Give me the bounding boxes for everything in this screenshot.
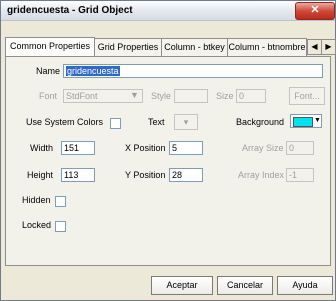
tab-grid-properties[interactable]: Grid Properties: [94, 38, 162, 56]
height-field[interactable]: 113: [61, 168, 95, 182]
chevron-down-icon: ▼: [130, 90, 139, 100]
help-button[interactable]: Ayuda: [277, 276, 333, 295]
x-position-field[interactable]: 5: [169, 141, 203, 155]
array-size-label: Array Size: [242, 143, 284, 153]
tab-common-properties[interactable]: Common Properties: [5, 37, 95, 56]
locked-label: Locked: [22, 220, 52, 230]
title-bar[interactable]: gridencuesta - Grid Object ✕: [1, 1, 335, 21]
background-label: Background: [236, 117, 285, 127]
font-label: Font: [39, 91, 58, 101]
name-label: Name: [36, 66, 61, 76]
locked-checkbox[interactable]: [55, 221, 66, 232]
window-title: gridencuesta - Grid Object: [7, 5, 133, 16]
width-field[interactable]: 151: [61, 141, 95, 155]
height-label: Height: [27, 170, 54, 180]
chevron-down-icon: ▼: [314, 117, 321, 124]
x-position-label: X Position: [125, 143, 166, 153]
dialog-window: gridencuesta - Grid Object ✕ Common Prop…: [0, 0, 336, 301]
common-properties-panel: Name gridencuesta Font StdFont ▼ Style S…: [5, 56, 331, 266]
use-system-colors-label: Use System Colors: [26, 117, 104, 127]
accept-button[interactable]: Aceptar: [151, 276, 213, 295]
size-label: Size: [216, 91, 234, 101]
close-icon: ✕: [310, 4, 320, 16]
array-index-field[interactable]: -1: [286, 168, 314, 182]
chevron-down-icon: ▾: [183, 117, 189, 127]
tab-strip: Common Properties Grid Properties Column…: [5, 37, 336, 56]
tab-column-btnombre[interactable]: Column - btnombre: [227, 38, 307, 56]
tab-column-btkey[interactable]: Column - btkey: [161, 38, 228, 56]
hidden-checkbox[interactable]: [55, 196, 66, 207]
style-label: Style: [151, 91, 172, 101]
chevron-left-icon: ◀: [311, 42, 318, 51]
chevron-right-icon: ▶: [325, 42, 332, 51]
size-field[interactable]: 0: [236, 89, 266, 103]
font-button[interactable]: Font...: [289, 87, 325, 105]
hidden-label: Hidden: [22, 195, 51, 205]
y-position-field[interactable]: 28: [169, 168, 203, 182]
color-swatch: [293, 117, 313, 127]
name-field[interactable]: gridencuesta: [63, 64, 323, 78]
tab-scroll-left-button[interactable]: ◀: [307, 39, 322, 55]
use-system-colors-checkbox[interactable]: [110, 118, 121, 129]
array-index-label: Array Index: [238, 170, 285, 180]
cancel-button[interactable]: Cancelar: [217, 276, 273, 295]
width-label: Width: [30, 143, 54, 153]
style-field[interactable]: [174, 89, 208, 103]
background-color-picker[interactable]: ▼: [290, 114, 322, 128]
text-color-button[interactable]: ▾: [174, 114, 198, 130]
close-button[interactable]: ✕: [295, 2, 335, 20]
text-label: Text: [148, 117, 165, 127]
array-size-field[interactable]: 0: [286, 141, 314, 155]
y-position-label: Y Position: [125, 170, 166, 180]
tab-scroll-right-button[interactable]: ▶: [321, 39, 336, 55]
